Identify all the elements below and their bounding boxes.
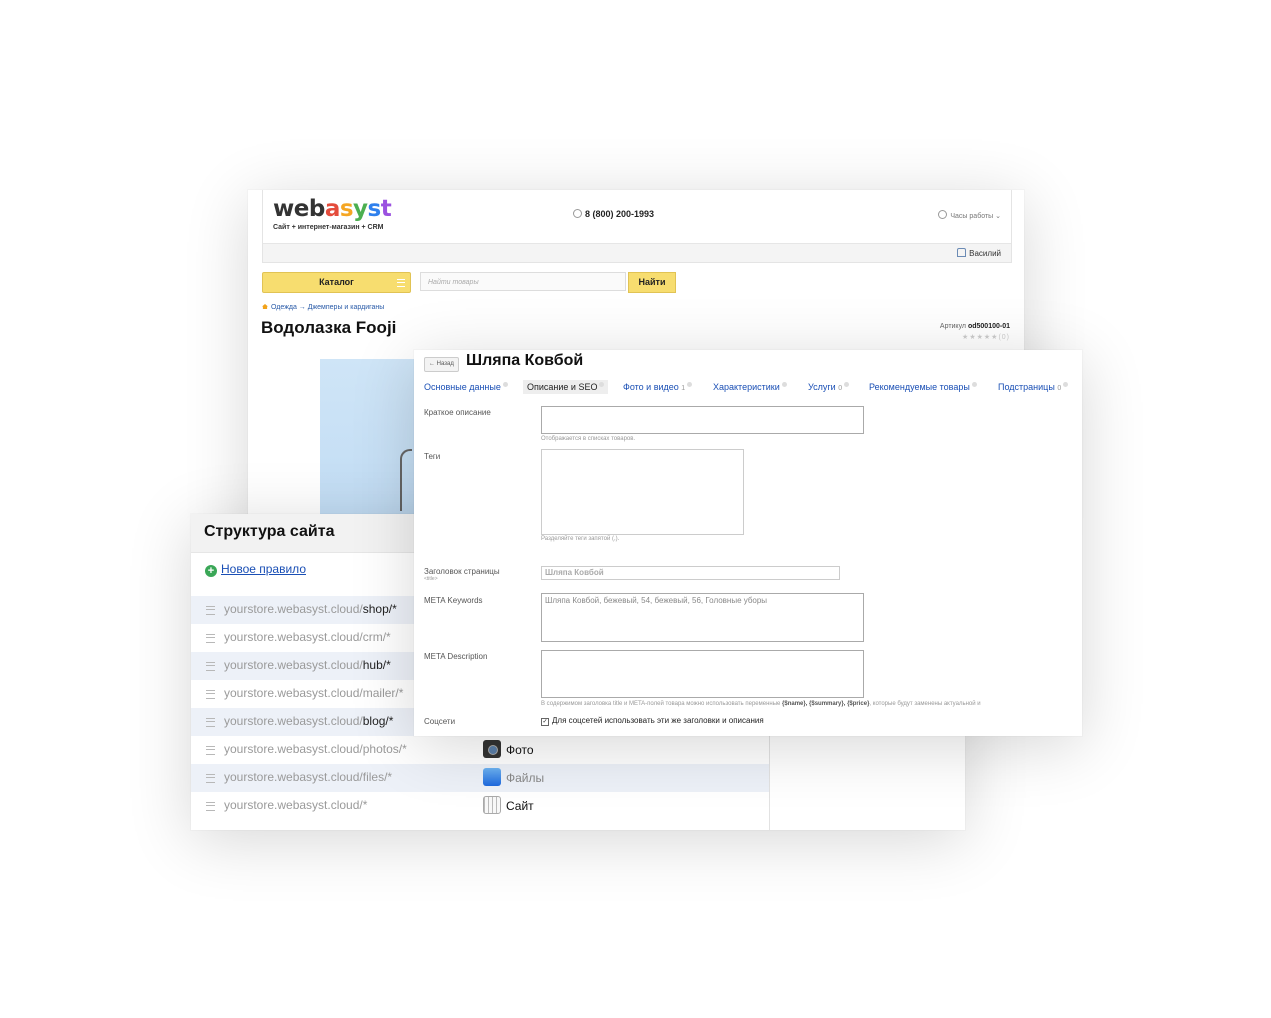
tab-photo-video[interactable]: Фото и видео 1 bbox=[623, 380, 693, 396]
help-icon bbox=[502, 382, 508, 387]
rule-app-site[interactable]: Сайт bbox=[483, 796, 534, 814]
drag-handle-icon[interactable] bbox=[206, 746, 215, 755]
webasyst-logo[interactable]: webasyst bbox=[273, 196, 392, 222]
rule-url[interactable]: yourstore.webasyst.cloud/photos/* bbox=[224, 742, 407, 756]
meta-variables-hint: В содержимом заголовка title и META-поле… bbox=[541, 701, 981, 707]
checkbox-checked-icon[interactable]: ✓ bbox=[541, 718, 549, 726]
product-title: Водолазка Fooji bbox=[261, 318, 397, 337]
plus-icon: + bbox=[205, 565, 217, 577]
back-button[interactable]: ← Назад bbox=[424, 357, 459, 372]
catalog-button[interactable]: Каталог bbox=[262, 272, 411, 293]
rule-row[interactable]: yourstore.webasyst.cloud/photos/* Фото bbox=[191, 736, 769, 764]
tab-description-seo[interactable]: Описание и SEO bbox=[523, 380, 609, 394]
tab-subpages[interactable]: Подстраницы 0 bbox=[998, 380, 1069, 396]
rule-url[interactable]: yourstore.webasyst.cloud/mailer/* bbox=[224, 686, 403, 700]
tab-basic[interactable]: Основные данные bbox=[424, 380, 508, 394]
help-icon bbox=[687, 382, 693, 387]
help-icon bbox=[844, 382, 850, 387]
site-icon bbox=[483, 796, 501, 814]
phone-icon bbox=[573, 209, 582, 218]
camera-icon bbox=[483, 740, 501, 758]
rule-row[interactable]: yourstore.webasyst.cloud/* Сайт bbox=[191, 792, 769, 820]
drag-handle-icon[interactable] bbox=[206, 774, 215, 783]
drag-handle-icon[interactable] bbox=[206, 718, 215, 727]
tags-label: Теги bbox=[424, 452, 441, 461]
drag-handle-icon[interactable] bbox=[206, 606, 215, 615]
store-phone[interactable]: 8 (800) 200-1993 bbox=[573, 209, 654, 219]
clock-icon bbox=[938, 210, 948, 219]
help-icon bbox=[781, 382, 787, 387]
help-icon bbox=[599, 382, 605, 387]
rule-app-files[interactable]: Файлы bbox=[483, 768, 544, 786]
editor-title: Шляпа Ковбой bbox=[466, 352, 584, 369]
store-tagline: Сайт + интернет-магазин + CRM bbox=[273, 224, 384, 231]
meta-description-label: META Description bbox=[424, 652, 488, 661]
home-icon[interactable] bbox=[262, 304, 268, 309]
user-menu[interactable]: Василий bbox=[957, 248, 1001, 258]
drag-handle-icon[interactable] bbox=[206, 634, 215, 643]
short-description-field[interactable] bbox=[541, 406, 864, 434]
user-icon bbox=[957, 248, 967, 257]
new-rule-link[interactable]: + Новое правило bbox=[205, 562, 306, 577]
rule-url[interactable]: yourstore.webasyst.cloud/shop/* bbox=[224, 602, 397, 616]
drag-handle-icon[interactable] bbox=[206, 802, 215, 811]
rule-url[interactable]: yourstore.webasyst.cloud/crm/* bbox=[224, 630, 391, 644]
product-sku: Артикул od500100-01 bbox=[939, 323, 1010, 330]
tab-services[interactable]: Услуги 0 bbox=[808, 380, 850, 396]
rule-row[interactable]: yourstore.webasyst.cloud/files/* Файлы bbox=[191, 764, 769, 792]
tags-field[interactable] bbox=[541, 449, 744, 535]
help-icon bbox=[971, 382, 977, 387]
menu-icon bbox=[397, 279, 405, 287]
help-icon bbox=[1063, 382, 1069, 387]
product-search-input[interactable]: Найти товары bbox=[420, 272, 626, 291]
meta-keywords-label: META Keywords bbox=[424, 596, 483, 605]
page-title-label: Заголовок страницы <title> bbox=[424, 567, 500, 582]
user-bar: Василий bbox=[263, 243, 1011, 262]
social-label: Соцсети bbox=[424, 717, 456, 726]
store-header: webasyst Сайт + интернет-магазин + CRM 8… bbox=[262, 190, 1012, 263]
meta-description-field[interactable] bbox=[541, 650, 864, 698]
breadcrumb[interactable]: Одежда → Джемперы и кардиганы bbox=[262, 304, 384, 311]
drag-handle-icon[interactable] bbox=[206, 690, 215, 699]
rating-stars[interactable]: ★★★★★(0) bbox=[962, 333, 1010, 341]
tags-hint: Разделяйте теги запятой (,). bbox=[541, 536, 620, 542]
rule-url[interactable]: yourstore.webasyst.cloud/* bbox=[224, 798, 367, 812]
social-checkbox[interactable]: ✓ Для соцсетей использовать эти же заголо… bbox=[541, 716, 764, 726]
rule-app-photos[interactable]: Фото bbox=[483, 740, 534, 758]
tab-recommended[interactable]: Рекомендуемые товары bbox=[869, 380, 977, 394]
short-description-hint: Отображается в списках товаров. bbox=[541, 436, 636, 442]
product-editor-window: ← Назад Шляпа Ковбой Основные данные Опи… bbox=[414, 350, 1082, 736]
files-icon bbox=[483, 768, 501, 786]
editor-tabs: Основные данные Описание и SEO Фото и ви… bbox=[414, 380, 1082, 394]
page-title-field[interactable]: Шляпа Ковбой bbox=[541, 566, 840, 580]
working-hours-dropdown[interactable]: Часы работы ⌄ bbox=[938, 210, 1001, 220]
search-button[interactable]: Найти bbox=[628, 272, 676, 293]
rule-url[interactable]: yourstore.webasyst.cloud/blog/* bbox=[224, 714, 393, 728]
rule-url[interactable]: yourstore.webasyst.cloud/files/* bbox=[224, 770, 392, 784]
page-title: Структура сайта bbox=[204, 523, 335, 540]
rule-url[interactable]: yourstore.webasyst.cloud/hub/* bbox=[224, 658, 391, 672]
drag-handle-icon[interactable] bbox=[206, 662, 215, 671]
short-description-label: Краткое описание bbox=[424, 408, 491, 417]
meta-keywords-field[interactable]: Шляпа Ковбой, бежевый, 54, бежевый, 56, … bbox=[541, 593, 864, 642]
tab-features[interactable]: Характеристики bbox=[713, 380, 787, 394]
